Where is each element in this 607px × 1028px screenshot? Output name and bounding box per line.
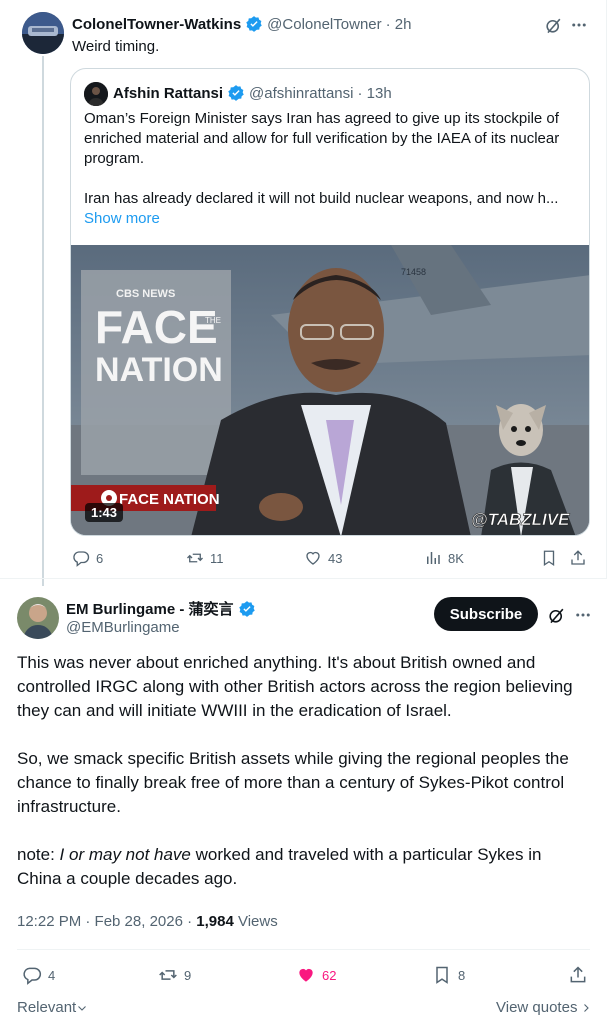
chevron-down-icon <box>78 1005 87 1011</box>
quote-paragraph: Iran has already declared it will not bu… <box>84 190 559 207</box>
repost-icon <box>159 970 177 980</box>
repost-button[interactable]: 11 <box>186 549 224 567</box>
the-text: THE <box>205 316 221 325</box>
post-timestamp[interactable]: 12:22 PM · Feb 28, 2026 · <box>17 913 196 930</box>
author-name[interactable]: EM Burlingame - 蒲奕言 <box>66 598 234 619</box>
note-italic: I or may not have <box>59 845 191 864</box>
divider <box>17 949 590 950</box>
subscribe-button[interactable]: Subscribe <box>434 597 538 631</box>
quote-text: Oman’s Foreign Minister says Iran has ag… <box>84 109 580 229</box>
relevant-sort-dropdown[interactable]: Relevant <box>17 999 88 1016</box>
more-options-icon[interactable] <box>568 14 590 36</box>
quote-author-handle[interactable]: @afshinrattansi <box>249 85 353 102</box>
nation-text: NATION <box>95 351 223 389</box>
reply-count: 4 <box>48 967 56 983</box>
show-more-link[interactable]: Show more <box>84 209 580 229</box>
share-icon <box>570 966 586 983</box>
view-quotes-link[interactable]: View quotes <box>496 999 592 1016</box>
share-button[interactable] <box>568 965 594 985</box>
share-icon <box>571 550 585 565</box>
verified-badge-icon <box>228 85 244 101</box>
grok-icon[interactable] <box>542 14 564 36</box>
like-button[interactable]: 43 <box>304 549 342 567</box>
view-quotes-label: View quotes <box>496 999 578 1016</box>
author-handle-row: @EMBurlingame <box>66 619 180 636</box>
reply-button[interactable]: 4 <box>22 965 55 985</box>
tweet-text: Weird timing. <box>72 38 160 55</box>
views-label: Views <box>233 913 278 930</box>
tweet-paragraph: This was never about enriched anything. … <box>17 653 573 720</box>
bookmark-icon <box>543 550 555 567</box>
post-metadata: 12:22 PM · Feb 28, 2026 · 1,984 Views <box>17 913 278 930</box>
repost-icon <box>187 553 203 563</box>
post-time[interactable]: · 2h <box>386 16 412 33</box>
video-player[interactable]: 71458 CBS NEWS FACE THE NATION FACE NATI… <box>71 245 589 535</box>
verified-badge-icon <box>238 600 255 617</box>
reply-count: 6 <box>96 550 104 566</box>
quote-post-time[interactable]: · 13h <box>357 85 391 102</box>
relevant-label: Relevant <box>17 999 77 1016</box>
bookmark-button[interactable]: 8 <box>432 965 465 985</box>
tweet-body: This was never about enriched anything. … <box>17 651 587 915</box>
reply-icon <box>73 551 90 567</box>
quoted-tweet[interactable]: Afshin Rattansi @afshinrattansi · 13h Om… <box>70 68 590 536</box>
quote-author-name[interactable]: Afshin Rattansi <box>113 85 223 102</box>
repost-button[interactable]: 9 <box>158 965 191 985</box>
cbs-news-text: CBS NEWS <box>116 288 175 300</box>
repost-count: 9 <box>184 967 192 983</box>
like-button[interactable]: 62 <box>296 965 336 985</box>
verified-badge-icon <box>246 16 262 32</box>
chevron-right-icon <box>584 1003 590 1012</box>
quote-paragraph: Oman’s Foreign Minister says Iran has ag… <box>84 110 560 167</box>
tweet-paragraph: So, we smack specific British assets whi… <box>17 749 569 816</box>
views-button[interactable]: 8K <box>424 549 464 567</box>
heart-icon <box>306 551 320 565</box>
avatar[interactable] <box>17 597 59 639</box>
views-icon <box>427 552 440 564</box>
note-prefix: note: <box>17 845 60 864</box>
watermark-text: @TABZLIVE <box>471 510 570 529</box>
heart-filled-icon <box>299 968 313 982</box>
repost-count: 11 <box>210 550 224 566</box>
tweet-header: EM Burlingame - 蒲奕言 <box>66 598 260 619</box>
face-text: FACE <box>95 301 218 353</box>
bookmark-count: 8 <box>458 967 466 983</box>
tweet-header: ColonelTowner-Watkins @ColonelTowner · 2… <box>72 15 411 33</box>
author-handle[interactable]: @ColonelTowner <box>267 16 381 33</box>
thread-line <box>42 56 44 586</box>
tweet-colonel[interactable]: ColonelTowner-Watkins @ColonelTowner · 2… <box>0 0 607 586</box>
grok-icon[interactable] <box>545 604 567 626</box>
avatar[interactable] <box>22 12 64 54</box>
lower-third-text: FACE NATION <box>119 491 220 508</box>
quote-header: Afshin Rattansi @afshinrattansi · 13h <box>113 84 392 102</box>
bookmark-button[interactable] <box>540 549 564 567</box>
author-handle[interactable]: @EMBurlingame <box>66 619 180 636</box>
share-button[interactable] <box>569 549 593 567</box>
aircraft-tail-number: 71458 <box>401 267 426 277</box>
tweet-emburlingame[interactable]: EM Burlingame - 蒲奕言 @EMBurlingame Subscr… <box>0 578 607 1028</box>
more-options-icon[interactable] <box>572 604 594 626</box>
like-count: 43 <box>328 550 343 566</box>
video-thumbnail: 71458 CBS NEWS FACE THE NATION FACE NATI… <box>71 245 589 535</box>
bookmark-icon <box>436 966 448 984</box>
reply-icon <box>23 967 42 985</box>
views-count: 1,984 <box>196 913 234 930</box>
views-count: 8K <box>448 550 464 566</box>
quote-avatar[interactable] <box>84 82 108 106</box>
like-count: 62 <box>322 967 337 983</box>
video-duration: 1:43 <box>85 503 124 522</box>
tweet-actions: 6 11 43 8K <box>70 546 590 570</box>
tweet-paragraph: note: I or may not have worked and trave… <box>17 843 587 891</box>
author-name[interactable]: ColonelTowner-Watkins <box>72 16 241 33</box>
reply-button[interactable]: 6 <box>72 549 103 567</box>
